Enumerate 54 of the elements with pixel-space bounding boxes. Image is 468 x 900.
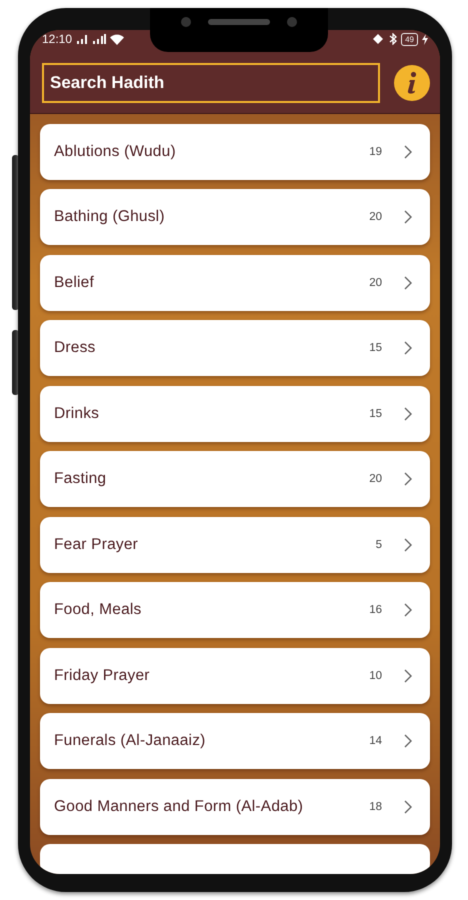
- chevron-icon: [404, 210, 412, 224]
- chevron-icon: [404, 472, 412, 486]
- chapter-item[interactable]: Fear Prayer 5: [40, 516, 430, 572]
- wifi-icon: [110, 34, 124, 45]
- signal-icon: [76, 34, 88, 44]
- chapter-item[interactable]: Dress 15: [40, 320, 430, 376]
- charging-icon: [422, 34, 428, 45]
- chapter-item[interactable]: Funerals (Al-Janaaiz) 14: [40, 713, 430, 769]
- chapter-item[interactable]: Bathing (Ghusl) 20: [40, 189, 430, 245]
- chevron-icon: [404, 538, 412, 552]
- hadith-count: 15: [369, 408, 382, 420]
- chevron-icon: [404, 800, 412, 814]
- chevron-icon: [404, 668, 412, 682]
- chapter-title: Funerals (Al-Janaaiz): [54, 732, 207, 750]
- hadith-count: 15: [369, 342, 382, 354]
- clock: 12:10: [42, 32, 72, 46]
- chevron-icon: [404, 341, 412, 355]
- chapter-item[interactable]: Good Manners and Form (Al-Adab) 18: [40, 778, 430, 834]
- chevron-icon: [404, 276, 412, 290]
- chapter-title: Belief: [54, 274, 95, 292]
- hadith-count: 14: [369, 735, 382, 747]
- chevron-icon: [404, 144, 412, 158]
- chapter-item[interactable]: Fasting 20: [40, 451, 430, 507]
- chapter-title: Fear Prayer: [54, 536, 140, 554]
- hadith-count: 18: [369, 800, 382, 812]
- chapter-title: Drinks: [54, 404, 100, 422]
- chevron-icon: [404, 603, 412, 617]
- chapter-item[interactable]: Friday Prayer 10: [40, 648, 430, 704]
- hadith-count: 5: [376, 538, 382, 550]
- bluetooth-icon: [389, 33, 398, 46]
- battery-icon: 49: [401, 32, 418, 46]
- chapter-item[interactable]: Ablutions (Wudu) 19: [40, 124, 430, 180]
- hadith-count: 20: [369, 473, 382, 485]
- search-field[interactable]: Search Hadith: [42, 62, 380, 102]
- info-icon[interactable]: [394, 64, 430, 100]
- chapter-title: Bathing (Ghusl): [54, 208, 166, 226]
- hadith-count: 19: [369, 146, 382, 158]
- chapter-title: Fasting: [54, 470, 108, 488]
- hadith-count: 16: [369, 604, 382, 616]
- hadith-count: 20: [369, 276, 382, 288]
- chapter-title: Food, Meals: [54, 601, 142, 619]
- chapter-item[interactable]: Drinks 15: [40, 386, 430, 442]
- chapter-item[interactable]: Belief 20: [40, 254, 430, 310]
- chapter-title: Good Manners and Form (Al-Adab): [54, 798, 304, 816]
- chapter-item[interactable]: Food, Meals 16: [40, 582, 430, 638]
- hadith-count: 20: [369, 211, 382, 223]
- vibrate-icon: [371, 33, 386, 46]
- signal-icon: [92, 34, 106, 44]
- hadith-count: 10: [369, 670, 382, 682]
- chevron-icon: [404, 406, 412, 420]
- chapter-title: Ablutions (Wudu): [54, 142, 177, 160]
- chapter-title: Friday Prayer: [54, 666, 151, 684]
- chevron-icon: [404, 734, 412, 748]
- chapter-title: Dress: [54, 339, 96, 357]
